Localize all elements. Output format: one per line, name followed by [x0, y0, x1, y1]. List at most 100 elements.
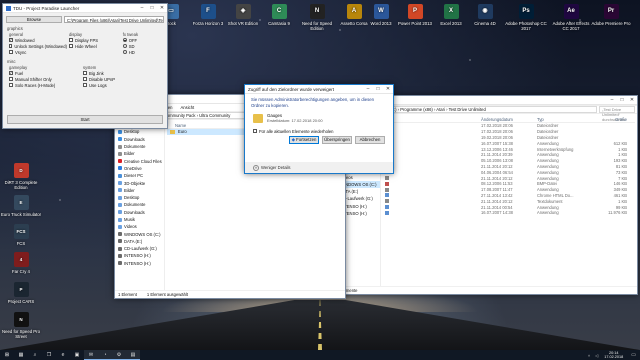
- desktop-shortcut[interactable]: Ae Adobe After Effects CC 2017: [550, 4, 592, 31]
- cell-name: [383, 123, 481, 128]
- nav-item[interactable]: INTENSO (H:): [115, 252, 164, 259]
- option-checkbox[interactable]: Unlock Settings (Windowed): [9, 43, 67, 49]
- checkbox-box[interactable]: [9, 83, 13, 87]
- nav-item[interactable]: Bilder: [115, 187, 164, 194]
- nav-item[interactable]: Videos: [115, 223, 164, 230]
- fx-radio[interactable]: HD: [122, 49, 161, 55]
- checkbox-box[interactable]: [69, 44, 73, 48]
- checkbox-box[interactable]: [253, 129, 257, 133]
- nav-item[interactable]: Musik: [115, 216, 164, 223]
- option-checkbox[interactable]: Use Logs: [83, 82, 153, 88]
- cell-name: [383, 141, 481, 146]
- minimize-button[interactable]: –: [607, 96, 617, 104]
- checkbox-box[interactable]: [83, 77, 87, 81]
- game-path-input[interactable]: C:\Program Files (x86)\Atari\Test Drive …: [64, 16, 164, 23]
- taskbar-app-icon[interactable]: ◔: [98, 350, 112, 360]
- nav-item[interactable]: CD-Laufwerk (G:): [115, 245, 164, 252]
- checkbox-box[interactable]: [83, 83, 87, 87]
- taskbar-app-icon[interactable]: ▤: [126, 350, 140, 360]
- desktop-shortcut[interactable]: Pr Adobe Premiere Pro: [590, 4, 632, 26]
- nav-item[interactable]: Desktop: [115, 194, 164, 201]
- nav-item[interactable]: INTENSO (H:): [115, 260, 164, 267]
- maximize-button[interactable]: □: [617, 96, 627, 104]
- desktop-shortcut[interactable]: C Camtasia 9: [258, 4, 300, 26]
- ribbon-tab[interactable]: Ansicht: [176, 104, 198, 111]
- maximize-button[interactable]: □: [373, 85, 383, 93]
- file-icon: [385, 187, 389, 192]
- clock[interactable]: 20:14 17.02.2018: [600, 351, 627, 359]
- taskbar-app-icon[interactable]: e: [56, 350, 70, 360]
- checkbox-box[interactable]: [83, 71, 87, 75]
- nav-item[interactable]: DATA (E:): [115, 238, 164, 245]
- taskbar-app-icon[interactable]: ❐: [42, 350, 56, 360]
- start-menu-icon[interactable]: ⊞: [0, 350, 14, 360]
- close-button[interactable]: ✕: [157, 4, 167, 12]
- start-button[interactable]: Start: [7, 115, 163, 124]
- option-checkbox[interactable]: Vsync: [9, 49, 67, 55]
- volume-icon[interactable]: ◁: [593, 353, 600, 358]
- desktop-shortcut[interactable]: D DiRT 3 Complete Edition: [0, 163, 42, 190]
- nav-item[interactable]: Downloads: [115, 209, 164, 216]
- close-button[interactable]: ✕: [383, 85, 393, 93]
- cancel-button[interactable]: Abbrechen: [355, 136, 385, 144]
- desktop-shortcut[interactable]: E Euro Truck Simulator: [0, 195, 42, 217]
- nav-item[interactable]: Dieser PC: [115, 172, 164, 179]
- nav-item[interactable]: Downloads: [115, 136, 164, 143]
- nav-item[interactable]: Creative Cloud Files: [115, 157, 164, 164]
- checkbox-box[interactable]: [69, 38, 73, 42]
- notification-icon[interactable]: ▭: [627, 352, 640, 358]
- taskbar-app-icon[interactable]: ▦: [14, 350, 28, 360]
- radio-dot[interactable]: [122, 44, 127, 48]
- nav-item[interactable]: OneDrive: [115, 165, 164, 172]
- checkbox-box[interactable]: ✓: [9, 38, 13, 42]
- column-name[interactable]: Name: [383, 117, 481, 122]
- taskbar-app-icon[interactable]: ✉: [84, 350, 98, 360]
- minimize-button[interactable]: –: [363, 85, 373, 93]
- checkbox-box[interactable]: ✓: [9, 71, 13, 75]
- desktop-shortcut[interactable]: 4 Far Cry 4: [0, 252, 42, 274]
- tray-chevron-icon[interactable]: ˄: [585, 353, 593, 358]
- taskbar-app-icon[interactable]: ⌕: [28, 350, 42, 360]
- checkbox-box[interactable]: [9, 44, 13, 48]
- column-type[interactable]: Typ: [537, 117, 597, 122]
- continue-button[interactable]: ◆ Fortsetzen: [289, 136, 319, 144]
- table-row[interactable]: 16.07.2007 14:38 Anwendung 11.976 KB: [383, 210, 635, 216]
- browse-button[interactable]: Browse: [6, 16, 62, 23]
- radio-dot[interactable]: [122, 50, 127, 54]
- checkbox-box[interactable]: [9, 50, 13, 54]
- desktop-shortcut[interactable]: Ps Adobe Photoshop CC 2017: [505, 4, 547, 31]
- checkbox-box[interactable]: [9, 77, 13, 81]
- skip-button[interactable]: Überspringen: [322, 136, 352, 144]
- option-checkbox[interactable]: Hide Wheel: [69, 43, 121, 49]
- nav-item[interactable]: Dokumente: [115, 201, 164, 208]
- cell-name: [383, 135, 481, 140]
- column-size[interactable]: Größe: [597, 117, 627, 122]
- maximize-button[interactable]: □: [147, 4, 157, 12]
- shortcut-icon: N: [309, 4, 325, 19]
- cell-size: 81 KB: [615, 163, 627, 169]
- misc-group: gameplay ✓ Fuel Manual Shifter Only Solo Ra…: [3, 64, 167, 89]
- desktop-shortcut[interactable]: P Project CARS: [0, 282, 42, 304]
- option-checkbox[interactable]: Solo Races (H-Mode): [9, 82, 81, 88]
- taskbar-app-icon[interactable]: ⚙: [112, 350, 126, 360]
- nav-item[interactable]: WINDOWS OS (C:): [115, 230, 164, 237]
- desktop-shortcut[interactable]: FCS FCS: [0, 224, 42, 246]
- column-date[interactable]: Änderungsdatum: [481, 117, 537, 122]
- taskbar-app-icon[interactable]: ▣: [70, 350, 84, 360]
- minimize-button[interactable]: –: [137, 4, 147, 12]
- close-button[interactable]: ✕: [627, 96, 637, 104]
- status-bar: 18 Elemente: [331, 286, 637, 294]
- nav-item[interactable]: Dokumente: [115, 143, 164, 150]
- details-toggle[interactable]: ˄ Weniger Details: [245, 162, 393, 173]
- nav-item[interactable]: 3D-Objekte: [115, 179, 164, 186]
- desktop-shortcut[interactable]: ◉ Cinema 4D: [464, 4, 506, 26]
- column-name[interactable]: Name: [167, 123, 186, 128]
- nav-item[interactable]: Bilder: [115, 150, 164, 157]
- desktop-shortcut[interactable]: N Need for Speed Edition: [296, 4, 338, 31]
- nav-item-icon: [118, 239, 122, 244]
- desktop-shortcut[interactable]: N Need for Speed Pro Street: [0, 312, 42, 339]
- radio-label: OFF: [128, 37, 138, 43]
- radio-dot[interactable]: [122, 38, 127, 42]
- search-input[interactable]: „Test Drive Unlimited“ durchsuchen: [599, 106, 635, 122]
- nav-item[interactable]: Desktop: [115, 128, 164, 135]
